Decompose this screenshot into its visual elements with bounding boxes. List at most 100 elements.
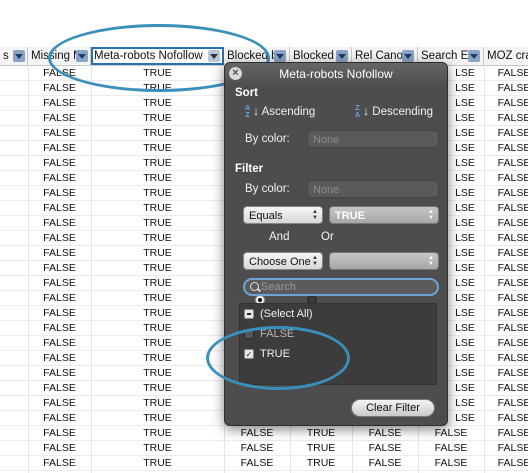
cell[interactable]: FALSE xyxy=(484,456,528,471)
cell[interactable]: LSE xyxy=(446,81,484,96)
filter-by-color-select[interactable]: None xyxy=(307,180,439,198)
cell[interactable]: LSE xyxy=(446,216,484,231)
cell[interactable]: LSE xyxy=(446,321,484,336)
column-header-meta-robots-nofollow[interactable]: Meta-robots Nofollow xyxy=(91,47,224,65)
cell[interactable]: FALSE xyxy=(484,201,528,216)
search-input[interactable]: Search xyxy=(243,278,439,296)
cell[interactable]: FALSE xyxy=(484,156,528,171)
cell[interactable]: LSE xyxy=(446,366,484,381)
cell[interactable]: FALSE xyxy=(28,456,91,471)
cell[interactable]: FALSE xyxy=(28,396,91,411)
cell[interactable]: LSE xyxy=(446,411,484,426)
cell[interactable]: TRUE xyxy=(91,411,224,426)
cell[interactable]: FALSE xyxy=(224,441,290,456)
sort-by-color-select[interactable]: None xyxy=(307,130,439,148)
cell[interactable]: FALSE xyxy=(28,66,91,81)
filter-dropdown-icon[interactable] xyxy=(336,50,348,62)
cell[interactable]: FALSE xyxy=(28,201,91,216)
cell[interactable]: FALSE xyxy=(484,141,528,156)
cell[interactable]: TRUE xyxy=(91,96,224,111)
cell[interactable]: TRUE xyxy=(91,201,224,216)
cell[interactable]: LSE xyxy=(446,141,484,156)
filter-dropdown-icon[interactable] xyxy=(76,50,88,62)
condition2-value-field[interactable]: ▲ ▼ xyxy=(329,252,439,270)
cell[interactable]: LSE xyxy=(446,396,484,411)
column-header-missing[interactable]: Missing M xyxy=(28,47,91,65)
checkbox-mixed[interactable] xyxy=(244,309,254,319)
cell[interactable]: FALSE xyxy=(28,276,91,291)
cell[interactable]: TRUE xyxy=(91,366,224,381)
cell[interactable]: LSE xyxy=(446,336,484,351)
cell[interactable]: LSE xyxy=(446,171,484,186)
cell[interactable]: FALSE xyxy=(28,156,91,171)
cell[interactable]: TRUE xyxy=(91,426,224,441)
cell[interactable]: FALSE xyxy=(484,426,528,441)
cell[interactable]: FALSE xyxy=(28,306,91,321)
cell[interactable]: FALSE xyxy=(484,126,528,141)
cell[interactable]: FALSE xyxy=(352,441,418,456)
cell[interactable]: FALSE xyxy=(484,171,528,186)
cell[interactable]: TRUE xyxy=(91,66,224,81)
cell[interactable]: TRUE xyxy=(91,381,224,396)
cell[interactable]: FALSE xyxy=(28,81,91,96)
sort-descending-button[interactable]: Z A ↓ Descending xyxy=(355,103,433,119)
checkbox-checked[interactable]: ✓ xyxy=(244,349,254,359)
cell[interactable]: LSE xyxy=(446,261,484,276)
cell[interactable]: FALSE xyxy=(484,96,528,111)
cell[interactable]: FALSE xyxy=(28,336,91,351)
cell[interactable]: TRUE xyxy=(91,246,224,261)
cell[interactable]: FALSE xyxy=(484,111,528,126)
cell[interactable]: TRUE xyxy=(91,456,224,471)
cell[interactable]: LSE xyxy=(446,306,484,321)
close-icon[interactable]: × xyxy=(229,67,242,80)
condition2-operator-select[interactable]: Choose One ▲ ▼ xyxy=(243,252,323,270)
cell[interactable]: LSE xyxy=(446,231,484,246)
cell[interactable]: FALSE xyxy=(28,186,91,201)
cell[interactable]: TRUE xyxy=(91,321,224,336)
checkbox-unchecked[interactable] xyxy=(244,329,254,339)
filter-dropdown-icon[interactable] xyxy=(13,50,25,62)
cell[interactable]: TRUE xyxy=(91,81,224,96)
cell[interactable]: LSE xyxy=(446,291,484,306)
cell[interactable]: LSE xyxy=(446,276,484,291)
cell[interactable]: TRUE xyxy=(290,441,352,456)
cell[interactable]: FALSE xyxy=(484,336,528,351)
cell[interactable]: TRUE xyxy=(91,291,224,306)
cell[interactable]: FALSE xyxy=(484,396,528,411)
list-item-select-all[interactable]: (Select All) xyxy=(244,306,313,322)
cell[interactable]: LSE xyxy=(446,111,484,126)
cell[interactable]: FALSE xyxy=(224,456,290,471)
cell[interactable]: FALSE xyxy=(484,216,528,231)
clear-filter-button[interactable]: Clear Filter xyxy=(351,399,435,417)
cell[interactable]: TRUE xyxy=(91,351,224,366)
cell[interactable]: TRUE xyxy=(91,126,224,141)
cell[interactable]: FALSE xyxy=(28,411,91,426)
cell[interactable]: LSE xyxy=(446,186,484,201)
column-header-s[interactable]: s xyxy=(0,47,28,65)
active-filter-dropdown-icon[interactable] xyxy=(208,50,220,62)
cell[interactable]: FALSE xyxy=(484,66,528,81)
cell[interactable]: FALSE xyxy=(484,366,528,381)
cell[interactable]: FALSE xyxy=(28,231,91,246)
cell[interactable]: FALSE xyxy=(28,261,91,276)
cell[interactable]: TRUE xyxy=(91,141,224,156)
cell[interactable]: FALSE xyxy=(28,291,91,306)
cell[interactable]: TRUE xyxy=(91,441,224,456)
cell[interactable]: FALSE xyxy=(484,321,528,336)
cell[interactable]: LSE xyxy=(446,66,484,81)
cell[interactable]: TRUE xyxy=(91,306,224,321)
cell[interactable]: FALSE xyxy=(484,351,528,366)
cell[interactable]: FALSE xyxy=(28,321,91,336)
cell[interactable]: TRUE xyxy=(91,171,224,186)
cell[interactable]: LSE xyxy=(446,381,484,396)
cell[interactable]: LSE xyxy=(446,156,484,171)
list-item-false[interactable]: FALSE xyxy=(244,326,294,342)
cell[interactable]: TRUE xyxy=(91,396,224,411)
cell[interactable]: TRUE xyxy=(91,156,224,171)
cell[interactable]: FALSE xyxy=(484,291,528,306)
cell[interactable]: TRUE xyxy=(91,216,224,231)
cell[interactable]: FALSE xyxy=(224,426,290,441)
cell[interactable]: FALSE xyxy=(352,456,418,471)
column-header-moz-crawl[interactable]: MOZ cra xyxy=(484,47,528,65)
condition1-operator-select[interactable]: Equals ▲ ▼ xyxy=(243,206,323,224)
